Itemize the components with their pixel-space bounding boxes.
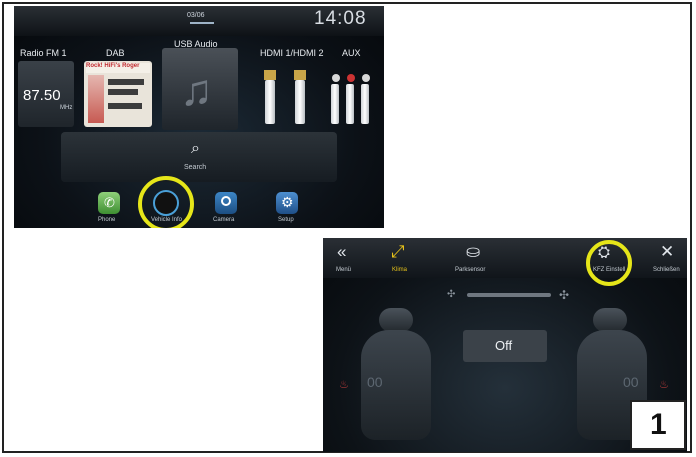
dock-label-setup: Setup [278,217,294,223]
phone-icon[interactable]: ✆ [98,192,120,214]
radio-unit: MHz [60,105,73,111]
dab-label: DAB [106,48,125,58]
right-headrest [593,308,627,332]
climate-icon[interactable]: ⤢ [391,242,405,262]
left-seat-heat-icon[interactable]: ♨ [339,378,349,391]
right-temp-value: 00 [623,374,639,390]
nav-label-park-sensor: Parksensor [455,267,486,273]
rca-cable-icon [331,84,339,124]
climate-status-button[interactable]: Off [463,330,547,362]
gear-icon[interactable]: ⚙ [276,192,298,214]
hdmi-cable-icon [295,80,305,124]
left-temp-value: 00 [367,374,383,390]
highlight-ring [586,240,632,286]
radio-label: Radio FM 1 [20,48,67,58]
aux-label: AUX [342,48,361,58]
rca-plug-icon [332,74,340,82]
usb-source-tile[interactable]: ♫ [162,48,238,130]
fan-low-icon: ✣ [447,289,456,300]
aux-source-tile[interactable] [326,58,378,128]
back-chevron-icon[interactable]: « [337,242,346,262]
step-badge: 1 [630,400,686,450]
dab-art-title: Rock! HiFi's Roger [86,63,150,73]
dab-source-tile[interactable]: Rock! HiFi's Roger [84,61,152,127]
nav-label-menu: Menü [336,267,352,273]
hdmi-plug-icon [264,70,276,80]
clock: 14:08 [314,8,367,29]
search-icon: ⌕ [191,140,200,157]
page-indicator-bar [190,22,214,24]
step-number: 1 [650,408,667,441]
nav-label-close: Schließen [653,267,680,273]
dab-art-text [108,79,144,85]
music-note-icon: ♫ [180,66,213,115]
dab-art-text [108,103,142,109]
highlight-ring [138,176,194,228]
fan-high-icon: ✣ [559,288,570,302]
radio-frequency: 87.50 [23,87,61,104]
hdmi-cable-icon [265,80,275,124]
search-button[interactable]: ⌕ Search [61,132,337,182]
nav-label-climate: Klima [392,267,408,273]
fan-speed-bar[interactable] [467,293,551,297]
rca-plug-icon [362,74,370,82]
top-nav-bar [323,238,687,278]
dab-art-text [108,89,138,95]
dab-art-figure [88,75,104,123]
rca-cable-icon [346,84,354,124]
left-headrest [379,308,413,332]
hdmi-plug-icon [294,70,306,80]
climate-status: Off [495,338,513,353]
radio-source-tile[interactable]: 87.50 MHz [18,61,74,127]
close-icon[interactable]: ✕ [660,242,674,262]
hdmi-source-tile[interactable] [254,58,318,128]
rca-cable-icon [361,84,369,124]
dock-label-phone: Phone [98,217,116,223]
dock-label-camera: Camera [213,217,235,223]
camera-icon[interactable] [215,192,237,214]
right-seat-heat-icon[interactable]: ♨ [659,378,669,391]
home-screen: 03/06 14:08 Radio FM 1 DAB USB Audio HDM… [14,6,384,228]
hdmi-label: HDMI 1/HDMI 2 [260,48,324,58]
rca-plug-icon [347,74,355,82]
park-sensor-icon[interactable]: ⛀ [466,242,480,262]
search-label: Search [184,164,207,171]
page-indicator: 03/06 [187,12,205,19]
